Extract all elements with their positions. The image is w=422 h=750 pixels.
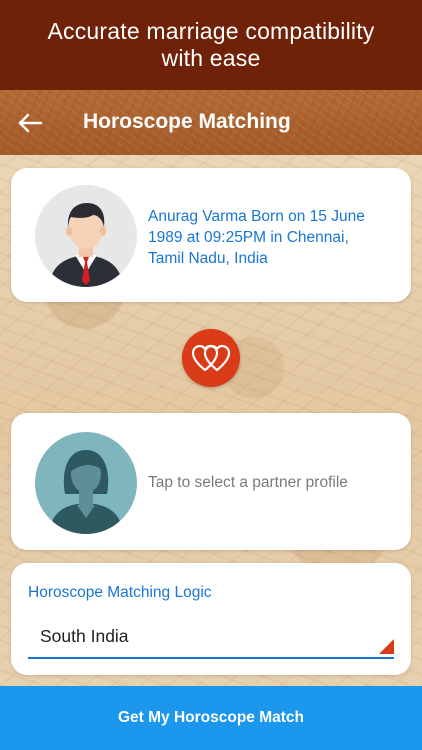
matching-logic-value: South India xyxy=(40,626,129,646)
back-button[interactable] xyxy=(14,108,46,138)
matching-logic-select[interactable]: South India xyxy=(28,619,394,659)
male-avatar-icon xyxy=(35,185,137,287)
promo-text: Accurate marriage compatibility with eas… xyxy=(47,18,375,71)
dropdown-triangle-icon xyxy=(379,639,394,654)
matching-logic-card: Horoscope Matching Logic South India xyxy=(11,563,411,675)
partner-select-hint: Tap to select a partner profile xyxy=(148,474,348,491)
promo-banner: Accurate marriage compatibility with eas… xyxy=(0,0,422,90)
partner-profile-card[interactable]: Tap to select a partner profile xyxy=(11,413,411,550)
user-profile-card: Anurag Varma Born on 15 June 1989 at 09:… xyxy=(11,168,411,302)
match-hearts-badge xyxy=(182,329,240,387)
matching-logic-label: Horoscope Matching Logic xyxy=(28,584,212,601)
get-horoscope-match-button[interactable]: Get My Horoscope Match xyxy=(0,686,422,750)
page-title: Horoscope Matching xyxy=(83,110,291,133)
app-bar: Horoscope Matching xyxy=(0,90,422,155)
back-arrow-icon xyxy=(18,113,43,133)
female-avatar-icon xyxy=(35,432,137,534)
hearts-icon xyxy=(191,344,231,372)
user-profile-description: Anurag Varma Born on 15 June 1989 at 09:… xyxy=(148,208,365,267)
